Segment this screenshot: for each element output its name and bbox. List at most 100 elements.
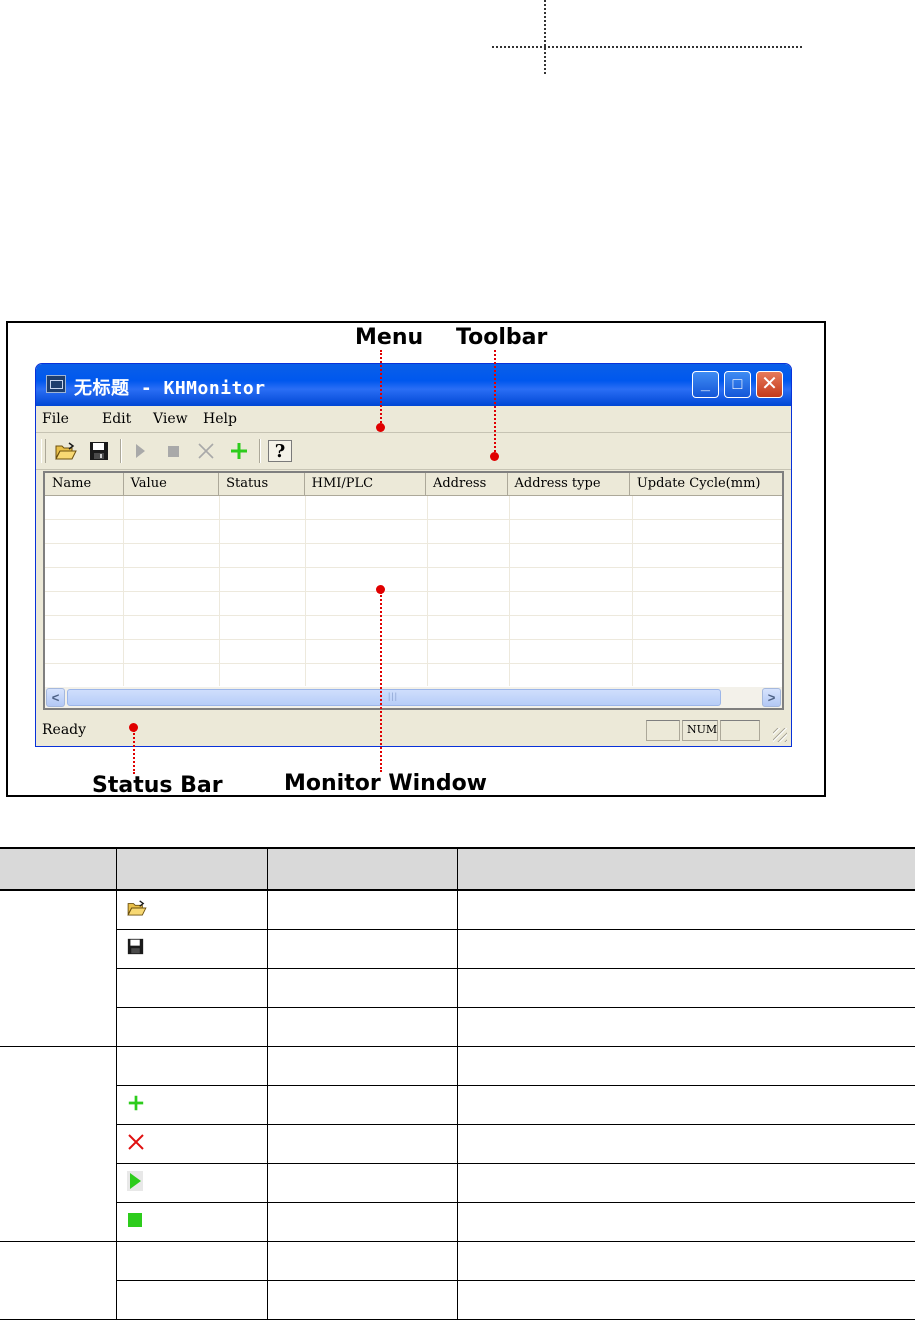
scroll-right-button[interactable]: > (762, 688, 781, 707)
table-cell (456, 1241, 915, 1281)
toolbar-grip[interactable] (41, 439, 46, 463)
column-hmi-plc[interactable]: HMI/PLC (305, 473, 426, 495)
table-cell (266, 1241, 457, 1281)
app-icon (46, 375, 66, 393)
pointer-dot-toolbar (490, 452, 499, 461)
table-row (0, 1202, 915, 1242)
table-cell (456, 890, 915, 930)
horizontal-scrollbar[interactable]: < > (45, 687, 782, 708)
table-cell (266, 1163, 457, 1203)
save-disk-icon (127, 938, 143, 955)
status-pane (646, 720, 680, 741)
callout-status-bar: Status Bar (92, 773, 223, 798)
menu-edit[interactable]: Edit (102, 411, 131, 427)
column-address-type[interactable]: Address type (508, 473, 630, 495)
list-grid (45, 496, 782, 686)
help-question-icon[interactable]: ? (268, 440, 292, 462)
icon-cell (115, 968, 267, 1008)
column-update-cycle[interactable]: Update Cycle(mm) (630, 473, 782, 495)
table-header-cell (115, 847, 267, 891)
status-pane (720, 720, 760, 741)
close-button[interactable]: ✕ (756, 371, 783, 398)
table-cell (456, 1085, 915, 1125)
table-row (0, 1163, 915, 1203)
column-name[interactable]: Name (45, 473, 124, 495)
table-header-cell (266, 847, 457, 891)
column-value[interactable]: Value (124, 473, 220, 495)
table-cell (456, 929, 915, 969)
table-header-cell (0, 847, 116, 891)
table-cell (266, 1085, 457, 1125)
list-header: Name Value Status HMI/PLC Address Addres… (45, 473, 782, 496)
table-cell (266, 968, 457, 1008)
table-cell (456, 968, 915, 1008)
minimize-button[interactable]: _ (692, 371, 719, 398)
group-cell (0, 1125, 116, 1164)
group-cell (0, 1086, 116, 1125)
table-row (0, 929, 915, 969)
table-header-cell (456, 847, 915, 891)
save-disk-icon[interactable] (87, 440, 111, 462)
toolbar-icon-table (0, 847, 915, 1320)
table-row (45, 591, 782, 592)
grid-line (219, 496, 220, 686)
table-row (0, 1007, 915, 1047)
group-cell (0, 1164, 116, 1203)
title-bar[interactable]: 无标题 - KHMonitor _ □ ✕ (36, 364, 791, 406)
khmonitor-window: 无标题 - KHMonitor _ □ ✕ File Edit View Hel… (35, 363, 792, 747)
group-cell (0, 1202, 116, 1242)
icon-cell (115, 1124, 267, 1164)
table-header-row (0, 847, 915, 891)
column-address[interactable]: Address (426, 473, 508, 495)
icon-cell (115, 1007, 267, 1047)
open-folder-icon[interactable] (54, 440, 78, 462)
table-row (0, 968, 915, 1008)
stop-icon[interactable] (161, 440, 185, 462)
resize-grip[interactable] (773, 728, 787, 742)
toolbar-separator (259, 439, 261, 463)
play-icon (126, 1170, 143, 1191)
table-row (0, 1085, 915, 1125)
group-cell (0, 1007, 116, 1047)
add-plus-icon[interactable] (227, 440, 251, 462)
leader-toolbar (494, 350, 496, 456)
window-title: 无标题 - KHMonitor (74, 378, 266, 399)
open-folder-icon (126, 899, 147, 916)
pointer-dot-menu (376, 423, 385, 432)
menu-view[interactable]: View (153, 411, 188, 427)
scroll-thumb[interactable] (67, 689, 721, 706)
icon-cell (115, 929, 267, 969)
group-cell (0, 1280, 116, 1320)
scroll-left-button[interactable]: < (46, 688, 65, 707)
table-cell (456, 1007, 915, 1047)
play-icon[interactable] (128, 440, 152, 462)
column-status[interactable]: Status (219, 473, 305, 495)
leader-monitor-window (380, 592, 382, 772)
toolbar: ? (36, 433, 791, 470)
icon-cell (115, 1163, 267, 1203)
table-row (45, 543, 782, 544)
table-row (0, 1124, 915, 1164)
group-cell (0, 1242, 116, 1281)
callout-monitor-window: Monitor Window (284, 771, 488, 796)
grid-line (305, 496, 306, 686)
table-cell (456, 1202, 915, 1242)
table-row (0, 890, 915, 930)
status-text: Ready (42, 722, 87, 738)
icon-cell (115, 1046, 267, 1086)
icon-cell (115, 1085, 267, 1125)
menu-file[interactable]: File (42, 411, 69, 427)
table-cell (266, 1280, 457, 1320)
table-row (45, 519, 782, 520)
group-cell (0, 1047, 116, 1086)
icon-cell (115, 1202, 267, 1242)
monitor-window-list[interactable]: Name Value Status HMI/PLC Address Addres… (43, 471, 784, 710)
status-pane-num: NUM (682, 720, 718, 741)
table-cell (266, 890, 457, 930)
menu-help[interactable]: Help (203, 411, 237, 427)
maximize-button[interactable]: □ (724, 371, 751, 398)
delete-x-icon[interactable] (194, 440, 218, 462)
table-cell (266, 1007, 457, 1047)
crosshair-vertical (544, 0, 546, 74)
table-row (0, 1241, 915, 1281)
